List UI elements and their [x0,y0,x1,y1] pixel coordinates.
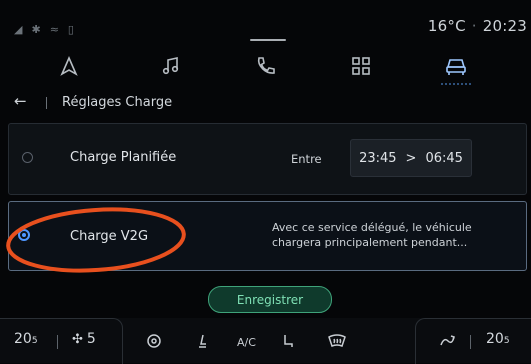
music-icon[interactable] [154,50,188,82]
ac-button[interactable]: A/C [237,336,256,349]
status-right: 16°C · 20:23 [428,17,527,35]
windshield-defrost-icon[interactable] [327,333,347,349]
passenger-temp-value: 20 [486,331,504,347]
driver-temp-decimal: 5 [31,336,38,346]
steering-heat-icon[interactable] [146,333,162,349]
seat-heat-icon[interactable] [193,333,209,349]
v2g-description: Avec ce service délégué, le véhicule cha… [272,220,512,250]
v2g-description-line1: Avec ce service délégué, le véhicule [272,221,472,234]
chevron-right-icon: > [405,150,417,166]
fan-speed-control[interactable]: ✣ 5 [72,331,96,347]
signal-icon: ◢ [14,22,23,36]
save-button[interactable]: Enregistrer [208,286,332,313]
driver-temp-value: 20 [14,331,32,347]
status-icons: ◢ ✱ ≈ ▯ [14,22,124,36]
option-label-scheduled-charge: Charge Planifiée [70,150,177,165]
driver-temperature[interactable]: 20 5 [14,331,38,347]
seat-ventilation-icon[interactable] [438,333,456,349]
start-time: 23:45 [359,150,397,166]
radio-scheduled-charge[interactable] [22,152,33,163]
phone-status-icon: ▯ [67,22,74,36]
navigation-icon[interactable] [52,50,86,82]
passenger-temp-decimal: 5 [503,336,510,346]
top-handle[interactable] [250,39,286,41]
time-range-selector[interactable]: 23:45 > 06:45 [350,139,472,177]
page-title: Réglages Charge [62,95,173,110]
car-icon[interactable] [439,50,473,82]
seat-heat-passenger-icon[interactable] [281,333,297,349]
annotation-ellipse [6,207,186,273]
end-time: 06:45 [425,150,463,166]
climate-right-zone [415,318,531,364]
between-label: Entre [291,152,322,166]
active-tab-indicator [441,83,471,87]
wifi-icon: ≈ [49,22,59,36]
clock: 20:23 [482,17,527,35]
climate-divider [57,335,58,349]
status-separator: · [471,17,477,35]
phone-icon[interactable] [248,50,282,82]
back-button[interactable]: ← [14,92,27,110]
breadcrumb-divider [46,97,47,109]
apps-icon[interactable] [344,50,378,82]
bluetooth-icon: ✱ [31,22,41,36]
fan-speed-value: 5 [86,331,96,347]
passenger-temperature[interactable]: 20 5 [486,331,510,347]
outside-temperature: 16°C [427,17,466,35]
fan-icon: ✣ [72,331,83,347]
climate-divider-right [470,335,471,349]
v2g-description-line2: chargera principalement pendant... [272,236,468,249]
